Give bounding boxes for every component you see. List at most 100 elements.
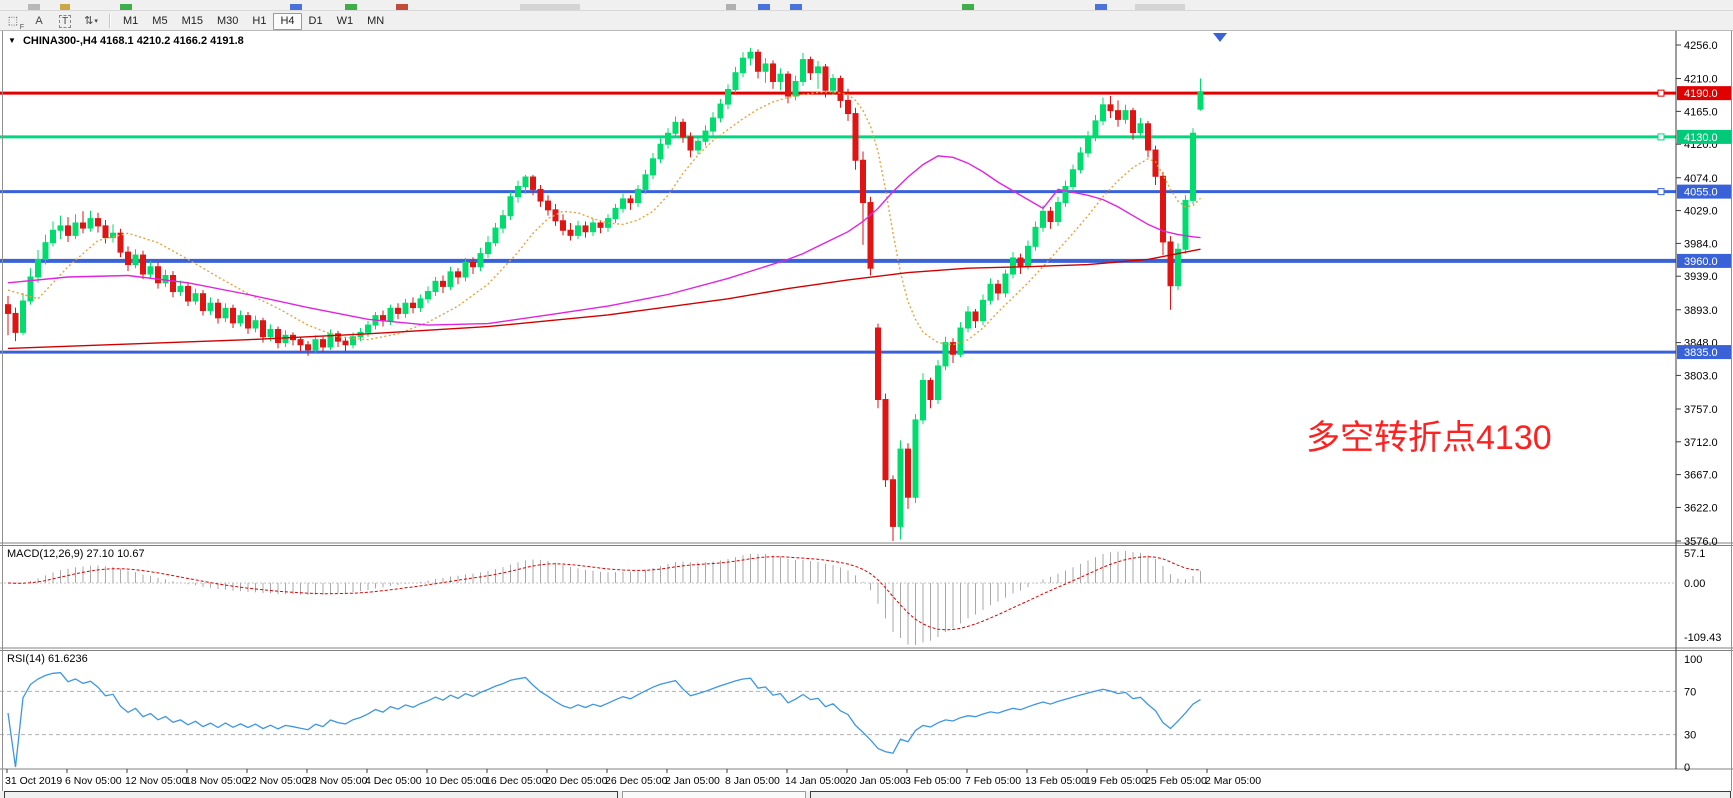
text-label-icon[interactable]: A	[28, 13, 50, 29]
timeframe-button-h1[interactable]: H1	[245, 13, 273, 30]
candle-body-bull	[418, 299, 423, 308]
timeframe-button-m5[interactable]: M5	[145, 13, 174, 30]
line-anchor-4055[interactable]	[1658, 189, 1664, 195]
timeframe-button-h4[interactable]: H4	[273, 13, 301, 30]
candle-body-bull	[651, 159, 656, 175]
candle-body-bear	[1108, 105, 1113, 111]
candle-body-bear	[568, 230, 573, 235]
candle-body-bear	[6, 305, 11, 314]
candle-body-bull	[658, 144, 663, 159]
candle-body-bull	[831, 79, 836, 91]
timeframe-button-m15[interactable]: M15	[175, 13, 210, 30]
candle-body-bear	[321, 340, 326, 347]
line-anchor-4130[interactable]	[1658, 134, 1664, 140]
candle-body-bull	[988, 284, 993, 300]
candle-body-bull	[148, 267, 153, 274]
candle-body-bull	[1056, 203, 1061, 222]
arrange-objects-icon[interactable]: ⇅▾	[80, 13, 102, 29]
candle-body-bear	[786, 74, 791, 96]
candle-body-bull	[1183, 200, 1188, 249]
clipped-toolbar-row	[0, 0, 1733, 11]
candle-body-bull	[793, 81, 798, 96]
candle-body-bull	[163, 275, 168, 282]
toolbar-icon-fragment	[790, 4, 802, 10]
candle-body-bear	[583, 226, 588, 232]
candle-body-bull	[763, 64, 768, 71]
candle-body-bear	[156, 267, 161, 283]
candle-body-bull	[1093, 121, 1098, 137]
candle-body-bull	[748, 52, 753, 58]
candle-body-bear	[471, 262, 476, 266]
macd-name: MACD(12,26,9)	[7, 548, 83, 560]
toolbar-icon-fragment	[345, 4, 357, 10]
candle-body-bull	[433, 281, 438, 291]
macd-indicator-label: MACD(12,26,9) 27.10 10.67	[7, 548, 145, 560]
candle-body-bull	[388, 308, 393, 320]
candle-body-bull	[1063, 187, 1068, 203]
candle-body-bear	[771, 64, 776, 82]
candle-body-bull	[966, 312, 971, 328]
candle-body-bull	[816, 67, 821, 73]
timeframe-button-w1[interactable]: W1	[330, 13, 361, 30]
candle-body-bull	[1078, 153, 1083, 170]
candle-body-bull	[711, 118, 716, 131]
candle-body-bull	[1138, 124, 1143, 133]
chart-text-annotation[interactable]: 多空转折点4130	[1306, 410, 1552, 459]
candle-body-bear	[861, 160, 866, 202]
candle-body-bear	[1153, 150, 1158, 176]
candle-body-bull	[1198, 92, 1203, 110]
timeframe-button-d1[interactable]: D1	[302, 13, 330, 30]
candle-body-bull	[253, 321, 258, 328]
candle-body-bear	[456, 272, 461, 277]
snap-grid-icon[interactable]: ⬚F	[2, 13, 24, 29]
candle-body-bear	[598, 223, 603, 227]
candle-body-bear	[96, 219, 101, 226]
chart-plot-area[interactable]	[0, 31, 1676, 543]
candle-body-bull	[523, 177, 528, 186]
timeframe-button-m1[interactable]: M1	[116, 13, 145, 30]
text-box-icon[interactable]: T	[54, 14, 76, 30]
candle-body-bull	[1026, 246, 1031, 266]
candle-body-bull	[178, 286, 183, 291]
candle-body-bear	[1168, 242, 1173, 286]
candle-body-bull	[208, 303, 213, 310]
candle-body-bull	[1033, 227, 1038, 246]
toolbar-icon-fragment	[1135, 4, 1185, 10]
candle-body-bull	[613, 208, 618, 218]
candle-body-bear	[681, 122, 686, 137]
toolbar-icon-fragment	[120, 4, 132, 10]
timeframe-button-m30[interactable]: M30	[210, 13, 245, 30]
candle-body-bear	[628, 199, 633, 203]
candle-body-bull	[486, 243, 491, 254]
price-axis[interactable]	[1676, 31, 1733, 769]
toolbar-icon-fragment	[758, 4, 770, 10]
candle-body-bear	[1048, 211, 1053, 221]
candle-body-bull	[1071, 170, 1076, 187]
candle-body-bear	[906, 449, 911, 497]
docked-panel-top-edge	[622, 791, 806, 798]
candle-body-bull	[268, 329, 273, 336]
candle-body-bull	[448, 272, 453, 287]
candle-body-bear	[1018, 258, 1023, 267]
candle-body-bull	[733, 73, 738, 90]
candle-body-bull	[726, 89, 731, 104]
candle-body-bull	[508, 197, 513, 216]
candle-body-bull	[493, 228, 498, 243]
candle-body-bull	[741, 58, 746, 73]
symbol-dropdown-icon[interactable]: ▼	[8, 36, 16, 45]
candle-body-bull	[43, 243, 48, 260]
candle-body-bull	[1086, 137, 1091, 153]
candle-body-bull	[801, 60, 806, 82]
timeframe-button-mn[interactable]: MN	[360, 13, 391, 30]
candle-body-bear	[343, 341, 348, 345]
time-axis[interactable]	[0, 769, 1733, 791]
macd-values: 27.10 10.67	[86, 548, 144, 560]
symbol-name: CHINA300-,H4	[23, 35, 97, 47]
candle-body-bull	[463, 262, 468, 277]
toolbar-icon-fragment	[290, 4, 302, 10]
line-anchor-4190[interactable]	[1658, 90, 1664, 96]
candle-body-bull	[1123, 111, 1128, 120]
candle-body-bear	[838, 79, 843, 101]
candle-body-bull	[778, 74, 783, 81]
candle-body-bull	[1011, 258, 1016, 274]
